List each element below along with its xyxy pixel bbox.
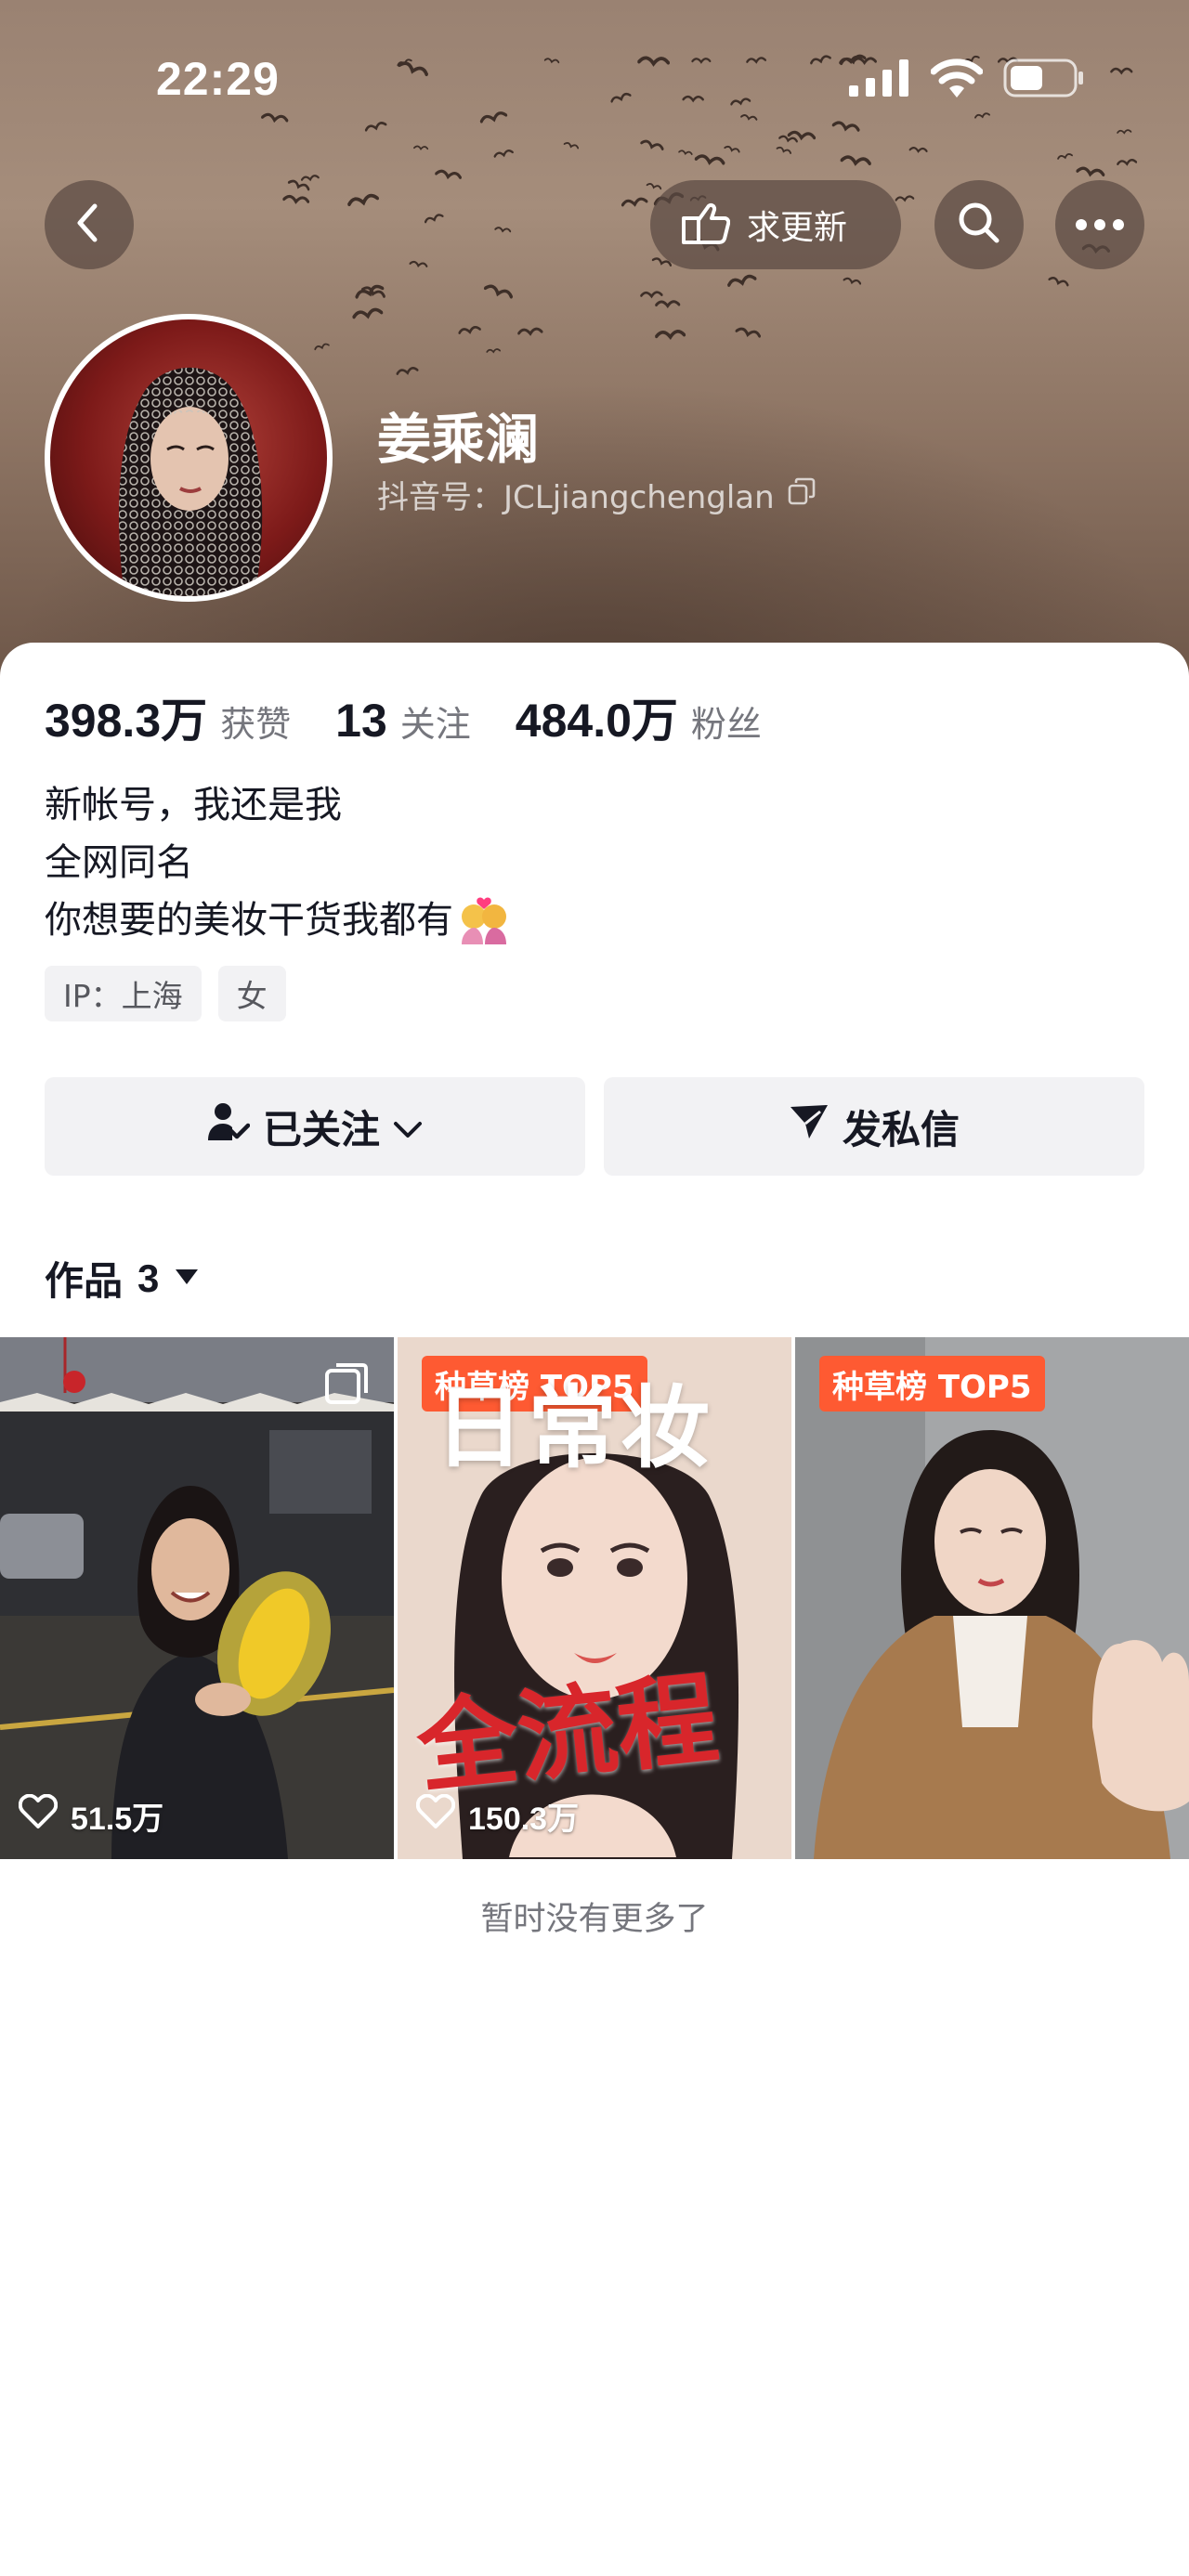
bird-silhouette [434, 166, 462, 180]
work-2-likes-count: 150.3万 [468, 1802, 580, 1837]
chevron-down-icon [393, 1104, 423, 1150]
avatar[interactable] [45, 314, 333, 602]
work-2-likes: 150.3万 [415, 1793, 580, 1839]
stat-following[interactable]: 13 关注 [335, 694, 471, 748]
back-icon [71, 201, 108, 249]
douyin-id-text: 抖音号：JCLjiangchenglan [377, 479, 775, 516]
bird-silhouette [725, 272, 758, 289]
works-title: 作品 [45, 1258, 124, 1304]
profile-stats: 398.3万 获赞 13 关注 484.0万 粉丝 [45, 683, 806, 750]
bird-silhouette [895, 194, 915, 203]
stat-following-value: 13 [335, 695, 387, 747]
bio-line-3: 你想要的美妆干货我都有 [45, 899, 453, 942]
more-button[interactable] [1055, 180, 1144, 269]
work-thumbnail-1[interactable]: 51.5万 [0, 1337, 394, 1859]
battery-icon [1003, 59, 1085, 101]
bird-silhouette [457, 324, 481, 336]
bird-silhouette [493, 225, 512, 233]
bird-silhouette [843, 275, 862, 285]
status-bar: 22:29 [0, 0, 1189, 158]
bird-silhouette [486, 347, 502, 354]
profile-tags: IP：上海 女 [45, 966, 286, 1021]
works-grid: 51.5万 种草榜 TOP5 日常妆 全流程 150.3万 种草榜 TOP5 [0, 1337, 1189, 1859]
bird-silhouette [1048, 274, 1069, 287]
work-thumbnail-2[interactable]: 种草榜 TOP5 日常妆 全流程 150.3万 [398, 1337, 791, 1859]
message-button[interactable]: 发私信 [604, 1077, 1144, 1176]
ip-location-tag: IP：上海 [45, 966, 202, 1021]
send-icon [789, 1103, 830, 1150]
wifi-icon [930, 59, 984, 101]
profile-name: 姜乘澜 [377, 408, 540, 471]
bird-silhouette [409, 258, 428, 267]
work-1-likes-count: 51.5万 [71, 1802, 164, 1837]
work-3-ranking-badge: 种草榜 TOP5 [819, 1356, 1045, 1412]
avatar-portrait [119, 367, 263, 596]
following-button[interactable]: 已关注 [45, 1077, 585, 1176]
work-3-image [795, 1337, 1189, 1859]
back-button[interactable] [45, 180, 134, 269]
status-time: 22:29 [156, 53, 280, 105]
bird-silhouette [395, 365, 419, 377]
heart-icon [18, 1793, 59, 1838]
message-label: 发私信 [842, 1106, 960, 1152]
bird-silhouette [351, 306, 384, 321]
hand-pointer-icon [676, 200, 731, 250]
work-1-likes: 51.5万 [18, 1793, 164, 1839]
status-icons [849, 59, 1085, 100]
search-icon [957, 201, 1001, 249]
bird-silhouette [423, 213, 444, 226]
triangle-down-icon [174, 1268, 200, 1290]
stat-followers-label: 粉丝 [690, 704, 762, 745]
bird-silhouette [655, 327, 686, 341]
bird-silhouette [346, 191, 380, 209]
stat-following-label: 关注 [399, 704, 471, 745]
more-icon [1076, 216, 1124, 234]
bird-silhouette [1117, 157, 1138, 167]
bio-line-1: 新帐号，我还是我 [45, 784, 342, 826]
bird-silhouette [655, 297, 681, 308]
stat-likes-label: 获赞 [220, 704, 292, 745]
bird-silhouette [735, 324, 762, 339]
bird-silhouette [640, 289, 663, 299]
request-update-label: 求更新 [747, 209, 848, 247]
bio-line-3-row: 你想要的美妆干货我都有 [45, 891, 511, 949]
stat-likes[interactable]: 398.3万 获赞 [45, 683, 291, 750]
works-tab[interactable]: 作品 3 [45, 1250, 200, 1307]
bird-silhouette [1076, 163, 1105, 177]
work-thumbnail-3[interactable]: 种草榜 TOP5 [795, 1337, 1189, 1859]
bird-silhouette [483, 280, 514, 299]
bird-silhouette [621, 195, 648, 209]
profile-bio: 新帐号，我还是我 全网同名 你想要的美妆干货我都有 [45, 776, 511, 949]
multi-image-icon [325, 1361, 370, 1410]
signal-icon [849, 59, 910, 100]
works-count: 3 [137, 1255, 160, 1300]
heart-icon [415, 1793, 456, 1838]
request-update-button[interactable]: 求更新 [650, 180, 901, 269]
stat-followers[interactable]: 484.0万 粉丝 [516, 683, 762, 750]
bird-silhouette [281, 191, 310, 204]
no-more-content-text: 暂时没有更多了 [480, 1901, 709, 1938]
bird-silhouette [517, 325, 543, 337]
profile-actions: 已关注 发私信 [45, 1077, 1144, 1176]
profile-card: 398.3万 获赞 13 关注 484.0万 粉丝 新帐号，我还是我 全网同名 … [0, 643, 1189, 2576]
stat-followers-value: 484.0万 [515, 695, 678, 747]
bio-line-2: 全网同名 [45, 841, 193, 884]
following-label: 已关注 [262, 1106, 380, 1152]
work-1-image [0, 1337, 394, 1859]
couple-kiss-emoji-icon [457, 896, 511, 944]
gender-tag: 女 [217, 966, 286, 1021]
douyin-id[interactable]: 抖音号：JCLjiangchenglan [377, 472, 816, 517]
search-button[interactable] [934, 180, 1024, 269]
work-2-overlay-title: 日常妆 [435, 1376, 713, 1480]
bird-silhouette [646, 181, 662, 190]
follow-check-icon [207, 1101, 251, 1151]
stat-likes-value: 398.3万 [45, 695, 208, 747]
copy-icon[interactable] [788, 476, 816, 514]
